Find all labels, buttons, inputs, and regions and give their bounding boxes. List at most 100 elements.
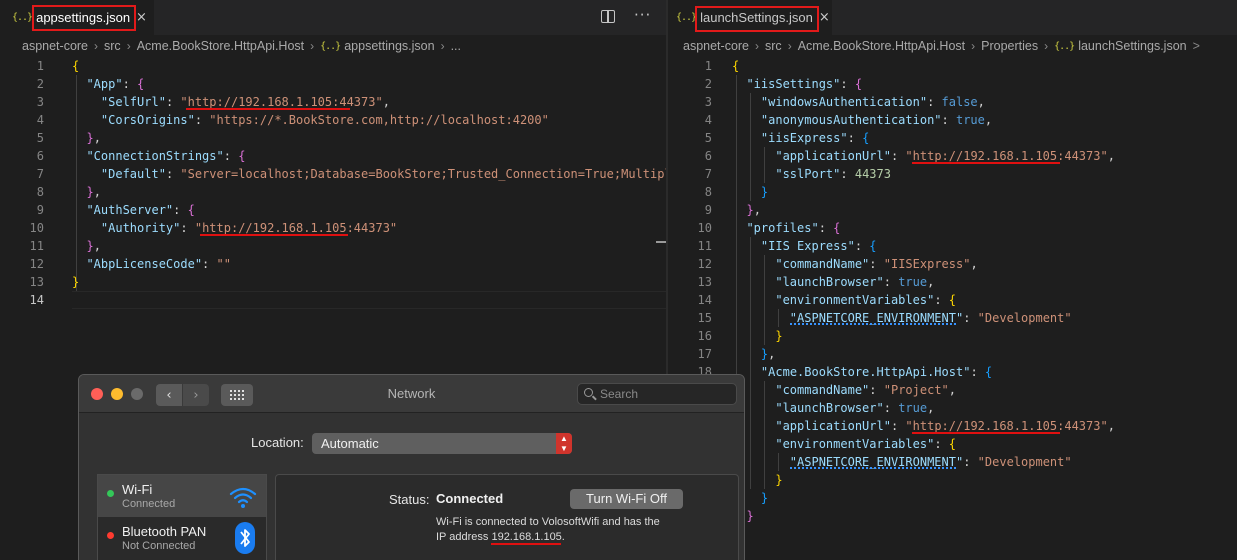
code-line: 8 }, bbox=[36, 185, 101, 199]
close-icon[interactable]: × bbox=[136, 10, 147, 25]
code-line: 24 } bbox=[698, 473, 783, 487]
code-line: 7 "Default": "Server=localhost;Database=… bbox=[36, 167, 666, 181]
breadcrumb-item[interactable]: aspnet-core bbox=[22, 39, 88, 53]
chevron-right-icon: › bbox=[755, 39, 760, 53]
breadcrumb-item[interactable]: Properties bbox=[981, 39, 1038, 53]
ip-address: 192.168.1.105. bbox=[491, 531, 565, 545]
red-underline bbox=[491, 543, 561, 545]
breadcrumb-item[interactable]: Acme.BookStore.HttpApi.Host bbox=[137, 39, 304, 53]
chevron-right-icon: › bbox=[126, 39, 131, 53]
red-underline bbox=[200, 234, 348, 236]
chevron-right-icon: › bbox=[310, 39, 315, 53]
service-list: Wi-Fi Connected Bluetooth PAN Not Connec… bbox=[97, 474, 267, 560]
list-item-bluetooth-pan[interactable]: Bluetooth PAN Not Connected bbox=[98, 517, 266, 559]
spell-check-squiggle bbox=[790, 322, 956, 325]
turn-wifi-off-button[interactable]: Turn Wi-Fi Off bbox=[570, 489, 683, 509]
code-line: 17 }, bbox=[697, 347, 776, 361]
code-line: 25 } bbox=[698, 491, 769, 505]
breadcrumb-item[interactable]: Acme.BookStore.HttpApi.Host bbox=[798, 39, 965, 53]
status-dot-green bbox=[107, 490, 114, 497]
json-braces-icon: {..} bbox=[1054, 40, 1075, 52]
more-actions-icon[interactable]: ··· bbox=[634, 6, 651, 24]
json-braces-icon: {..} bbox=[320, 40, 341, 52]
chevron-right-icon: › bbox=[94, 39, 99, 53]
red-underline bbox=[912, 432, 1060, 434]
code-line: 14 "environmentVariables": { bbox=[697, 293, 956, 307]
status-label: Status: bbox=[389, 492, 430, 507]
location-value: Automatic bbox=[321, 436, 379, 451]
status-desc-line: IP address bbox=[436, 531, 489, 543]
code-line: 2 "App": { bbox=[36, 77, 145, 91]
code-line: 5 }, bbox=[36, 131, 101, 145]
breadcrumb: aspnet-core › src › Acme.BookStore.HttpA… bbox=[0, 35, 666, 57]
status-dot-red bbox=[107, 532, 114, 539]
select-stepper-icon: ▲ ▼ bbox=[556, 433, 572, 454]
network-preferences-window: ‹ › Network Location: Automatic ▲▼ Wi-Fi… bbox=[78, 374, 745, 560]
code-line: 4 "anonymousAuthentication": true, bbox=[704, 113, 993, 127]
code-line: 13 "launchBrowser": true, bbox=[697, 275, 935, 289]
split-editor-icon[interactable] bbox=[601, 10, 615, 23]
code-line: 26 } bbox=[698, 509, 754, 523]
window-titlebar: ‹ › Network bbox=[79, 375, 744, 413]
breadcrumb-item[interactable]: ... bbox=[451, 39, 461, 53]
code-line: 1{ bbox=[36, 59, 80, 73]
breadcrumb-item[interactable]: src bbox=[104, 39, 121, 53]
breadcrumb-item[interactable]: appsettings.json bbox=[344, 39, 434, 53]
highlight-box bbox=[695, 6, 819, 32]
code-line: 1{ bbox=[704, 59, 740, 73]
code-line: 12 "AbpLicenseCode": "" bbox=[29, 257, 231, 271]
code-line: 16 } bbox=[697, 329, 783, 343]
code-line: 5 "iisExpress": { bbox=[704, 131, 870, 145]
highlight-box bbox=[32, 5, 136, 31]
service-status: Connected bbox=[122, 498, 176, 510]
service-name: Wi-Fi bbox=[122, 482, 153, 497]
breadcrumb-item[interactable]: launchSettings.json bbox=[1078, 39, 1186, 53]
chevron-right-icon: > bbox=[1192, 39, 1200, 53]
code-line: 22 "environmentVariables": { bbox=[698, 437, 956, 451]
breadcrumb-item[interactable]: src bbox=[765, 39, 782, 53]
code-line: 20 "launchBrowser": true, bbox=[698, 401, 935, 415]
code-line: 8 } bbox=[704, 185, 769, 199]
right-tab-bar: {..} launchSettings.json × bbox=[668, 0, 1237, 35]
code-line: 7 "sslPort": 44373 bbox=[704, 167, 891, 181]
chevron-right-icon: › bbox=[787, 39, 792, 53]
breadcrumb-item[interactable]: aspnet-core bbox=[683, 39, 749, 53]
chevron-right-icon: › bbox=[971, 39, 976, 53]
search-icon bbox=[584, 388, 593, 397]
json-braces-icon: {..} bbox=[12, 12, 33, 23]
code-line: 11 }, bbox=[29, 239, 101, 253]
status-description: Wi-Fi is connected to VolosoftWifi and h… bbox=[436, 515, 706, 545]
json-braces-icon: {..} bbox=[676, 12, 697, 23]
code-line: 6 "ConnectionStrings": { bbox=[36, 149, 246, 163]
overview-ruler-mark bbox=[656, 241, 666, 243]
status-value: Connected bbox=[436, 491, 504, 506]
service-name: Bluetooth PAN bbox=[122, 524, 207, 539]
code-line: 14 bbox=[29, 293, 44, 307]
location-label: Location: bbox=[251, 435, 304, 450]
code-editor[interactable]: 1{ 2 "iisSettings": { 3 "windowsAuthenti… bbox=[668, 57, 1237, 560]
code-line: 13} bbox=[29, 275, 80, 289]
location-select[interactable]: Automatic ▲ ▼ bbox=[312, 433, 572, 454]
status-desc-line: Wi-Fi is connected to VolosoftWifi and h… bbox=[436, 516, 660, 528]
spell-check-squiggle bbox=[790, 466, 956, 469]
left-tab-bar: {..} appsettings.json × ··· bbox=[0, 0, 666, 35]
code-line: 9 }, bbox=[704, 203, 761, 217]
code-line: 2 "iisSettings": { bbox=[704, 77, 863, 91]
chevron-right-icon: › bbox=[1044, 39, 1049, 53]
service-status: Not Connected bbox=[122, 540, 196, 552]
code-line: 19 "commandName": "Project", bbox=[698, 383, 957, 397]
code-line: 3 "windowsAuthentication": false, bbox=[704, 95, 985, 109]
search-box[interactable] bbox=[577, 383, 737, 405]
red-underline bbox=[186, 108, 350, 110]
close-icon[interactable]: × bbox=[819, 10, 830, 25]
code-line: 12 "commandName": "IISExpress", bbox=[697, 257, 978, 271]
code-line: 10 "profiles": { bbox=[697, 221, 841, 235]
chevron-right-icon: › bbox=[440, 39, 445, 53]
search-input[interactable] bbox=[600, 386, 730, 402]
code-line: 18 "Acme.BookStore.HttpApi.Host": { bbox=[697, 365, 993, 379]
code-line: 11 "IIS Express": { bbox=[697, 239, 877, 253]
red-underline bbox=[912, 162, 1060, 164]
wifi-icon bbox=[229, 487, 257, 508]
list-item-wifi[interactable]: Wi-Fi Connected bbox=[98, 475, 266, 517]
bluetooth-icon bbox=[235, 522, 255, 554]
